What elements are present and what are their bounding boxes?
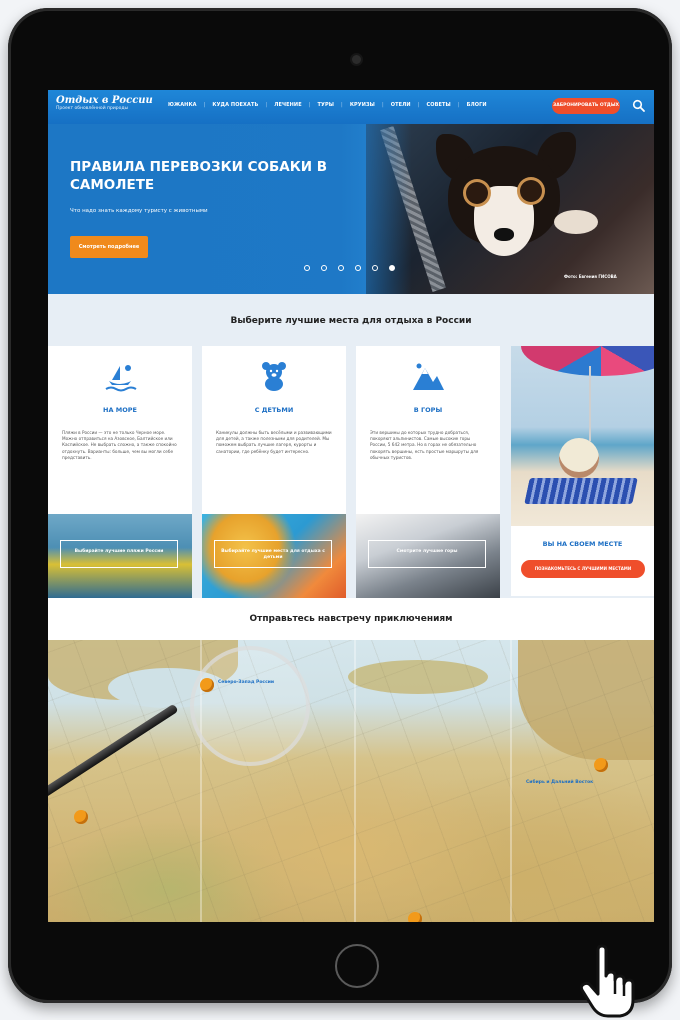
search-icon[interactable] — [632, 99, 646, 113]
map-fold — [354, 640, 356, 922]
sea-icon — [105, 365, 137, 392]
logo-subtitle: Проект обновлённой природы — [56, 106, 129, 111]
promo-button[interactable]: ПОЗНАКОМЬТЕСЬ С ЛУЧШИМИ МЕСТАМИ — [521, 560, 645, 578]
photo-credit: Фото: Евгения ГИСОВА — [564, 274, 617, 279]
nav-item[interactable]: БЛОГИ — [467, 102, 487, 108]
photo-umbrella-pole — [589, 366, 591, 441]
nav-item[interactable]: СОВЕТЫ — [426, 102, 450, 108]
hero-title: ПРАВИЛА ПЕРЕВОЗКИ СОБАКИ В САМОЛЕТЕ — [70, 159, 328, 193]
map-pin-icon[interactable] — [200, 678, 214, 692]
slider-dot[interactable] — [304, 265, 310, 271]
card-image-button[interactable]: Смотрите лучшие горы — [368, 540, 486, 568]
photo-beach-chair — [524, 478, 638, 504]
slider-dot[interactable] — [321, 265, 327, 271]
card-image-button[interactable]: Выбирайте лучшие пляжи России — [60, 540, 178, 568]
site-header: Отдых в России Проект обновлённой природ… — [48, 90, 654, 124]
card-kids-image[interactable]: Выбирайте лучшие места для отдыха с деть… — [202, 514, 346, 598]
website-screen: Отдых в России Проект обновлённой природ… — [48, 90, 654, 922]
section-title: Отправьтесь навстречу приключениям — [249, 614, 453, 624]
hero-read-more-button[interactable]: Смотреть подробнее — [70, 236, 148, 258]
home-button[interactable] — [335, 944, 379, 988]
nav-separator: | — [381, 102, 384, 108]
slider-dot[interactable] — [372, 265, 378, 271]
card-sea-image[interactable]: Выбирайте лучшие пляжи России — [48, 514, 192, 598]
section-title: Выберите лучшие места для отдыха в Росси… — [230, 316, 472, 326]
nav-separator: | — [417, 102, 420, 108]
card-title: В ГОРЫ — [413, 406, 443, 414]
promo-title: ВЫ НА СВОЕМ МЕСТЕ — [542, 540, 623, 548]
logo-title: Отдых в России — [56, 95, 153, 106]
card-image-button[interactable]: Выбирайте лучшие места для отдыха с деть… — [214, 540, 332, 568]
nav-separator: | — [203, 102, 206, 108]
slider-dot[interactable] — [355, 265, 361, 271]
book-vacation-button[interactable]: ЗАБРОНИРОВАТЬ ОТДЫХ — [552, 98, 620, 114]
hero-subtitle: Что надо знать каждому туристу с животны… — [70, 208, 208, 214]
camera-icon — [352, 55, 361, 64]
map-pin-icon[interactable] — [408, 912, 422, 922]
map-pin-label[interactable]: Северо-Запад России — [218, 680, 274, 685]
mountain-icon — [413, 363, 444, 390]
nav-item[interactable]: ЮЖАНКА — [168, 102, 197, 108]
destinations-section: Выберите лучшие места для отдыха в Росси… — [48, 294, 654, 598]
map-fold — [510, 640, 512, 922]
slider-dot[interactable] — [389, 265, 395, 271]
adventures-section-header: Отправьтесь навстречу приключениям — [48, 598, 654, 640]
slider-dots — [304, 265, 395, 271]
card-kids[interactable]: С ДЕТЬМИ Каникулы должны быть весёлыми и… — [202, 346, 346, 598]
promo-card: ВЫ НА СВОЕМ МЕСТЕ ПОЗНАКОМЬТЕСЬ С ЛУЧШИМ… — [511, 346, 654, 596]
hand-cursor-icon — [579, 944, 635, 1018]
nav-item[interactable]: КРУИЗЫ — [350, 102, 375, 108]
card-mountains-image[interactable]: Смотрите лучшие горы — [356, 514, 500, 598]
card-sea[interactable]: НА МОРЕ Пляжи в России — это не только Ч… — [48, 346, 192, 598]
photo-person — [559, 438, 599, 478]
nav-separator: | — [341, 102, 343, 108]
nav-separator: | — [308, 102, 311, 108]
card-description: Эти вершины до которых трудно добраться,… — [370, 430, 479, 460]
hero-slider: ПРАВИЛА ПЕРЕВОЗКИ СОБАКИ В САМОЛЕТЕ Что … — [48, 124, 654, 294]
card-description: Каникулы должны быть весёлыми и развиваю… — [216, 430, 332, 454]
map-pin-icon[interactable] — [74, 810, 88, 824]
teddy-bear-icon — [262, 362, 286, 391]
photo-umbrella — [521, 346, 654, 376]
promo-beach-photo — [511, 346, 654, 526]
card-title: НА МОРЕ — [103, 406, 137, 414]
nav-item[interactable]: ТУРЫ — [318, 102, 335, 108]
slider-dot[interactable] — [338, 265, 344, 271]
magnifier-lens — [190, 646, 310, 766]
nav-item[interactable]: ОТЕЛИ — [391, 102, 411, 108]
nav-separator: | — [265, 102, 268, 108]
site-logo[interactable]: Отдых в России Проект обновлённой природ… — [56, 95, 153, 112]
card-title: С ДЕТЬМИ — [254, 406, 294, 414]
main-nav: ЮЖАНКА | КУДА ПОЕХАТЬ | ЛЕЧЕНИЕ | ТУРЫ | КРУ… — [168, 102, 487, 108]
card-description: Пляжи в России — это не только Черное мо… — [62, 430, 177, 460]
card-mountains[interactable]: В ГОРЫ Эти вершины до которых трудно доб… — [356, 346, 500, 598]
map-pin-label[interactable]: Сибирь и Дальний Восток — [526, 780, 593, 785]
map-pin-icon[interactable] — [594, 758, 608, 772]
nav-item[interactable]: КУДА ПОЕХАТЬ — [212, 102, 258, 108]
nav-separator: | — [457, 102, 460, 108]
adventure-map[interactable]: Северо-Запад России Сибирь и Дальний Вос… — [48, 640, 654, 922]
nav-item[interactable]: ЛЕЧЕНИЕ — [274, 102, 302, 108]
